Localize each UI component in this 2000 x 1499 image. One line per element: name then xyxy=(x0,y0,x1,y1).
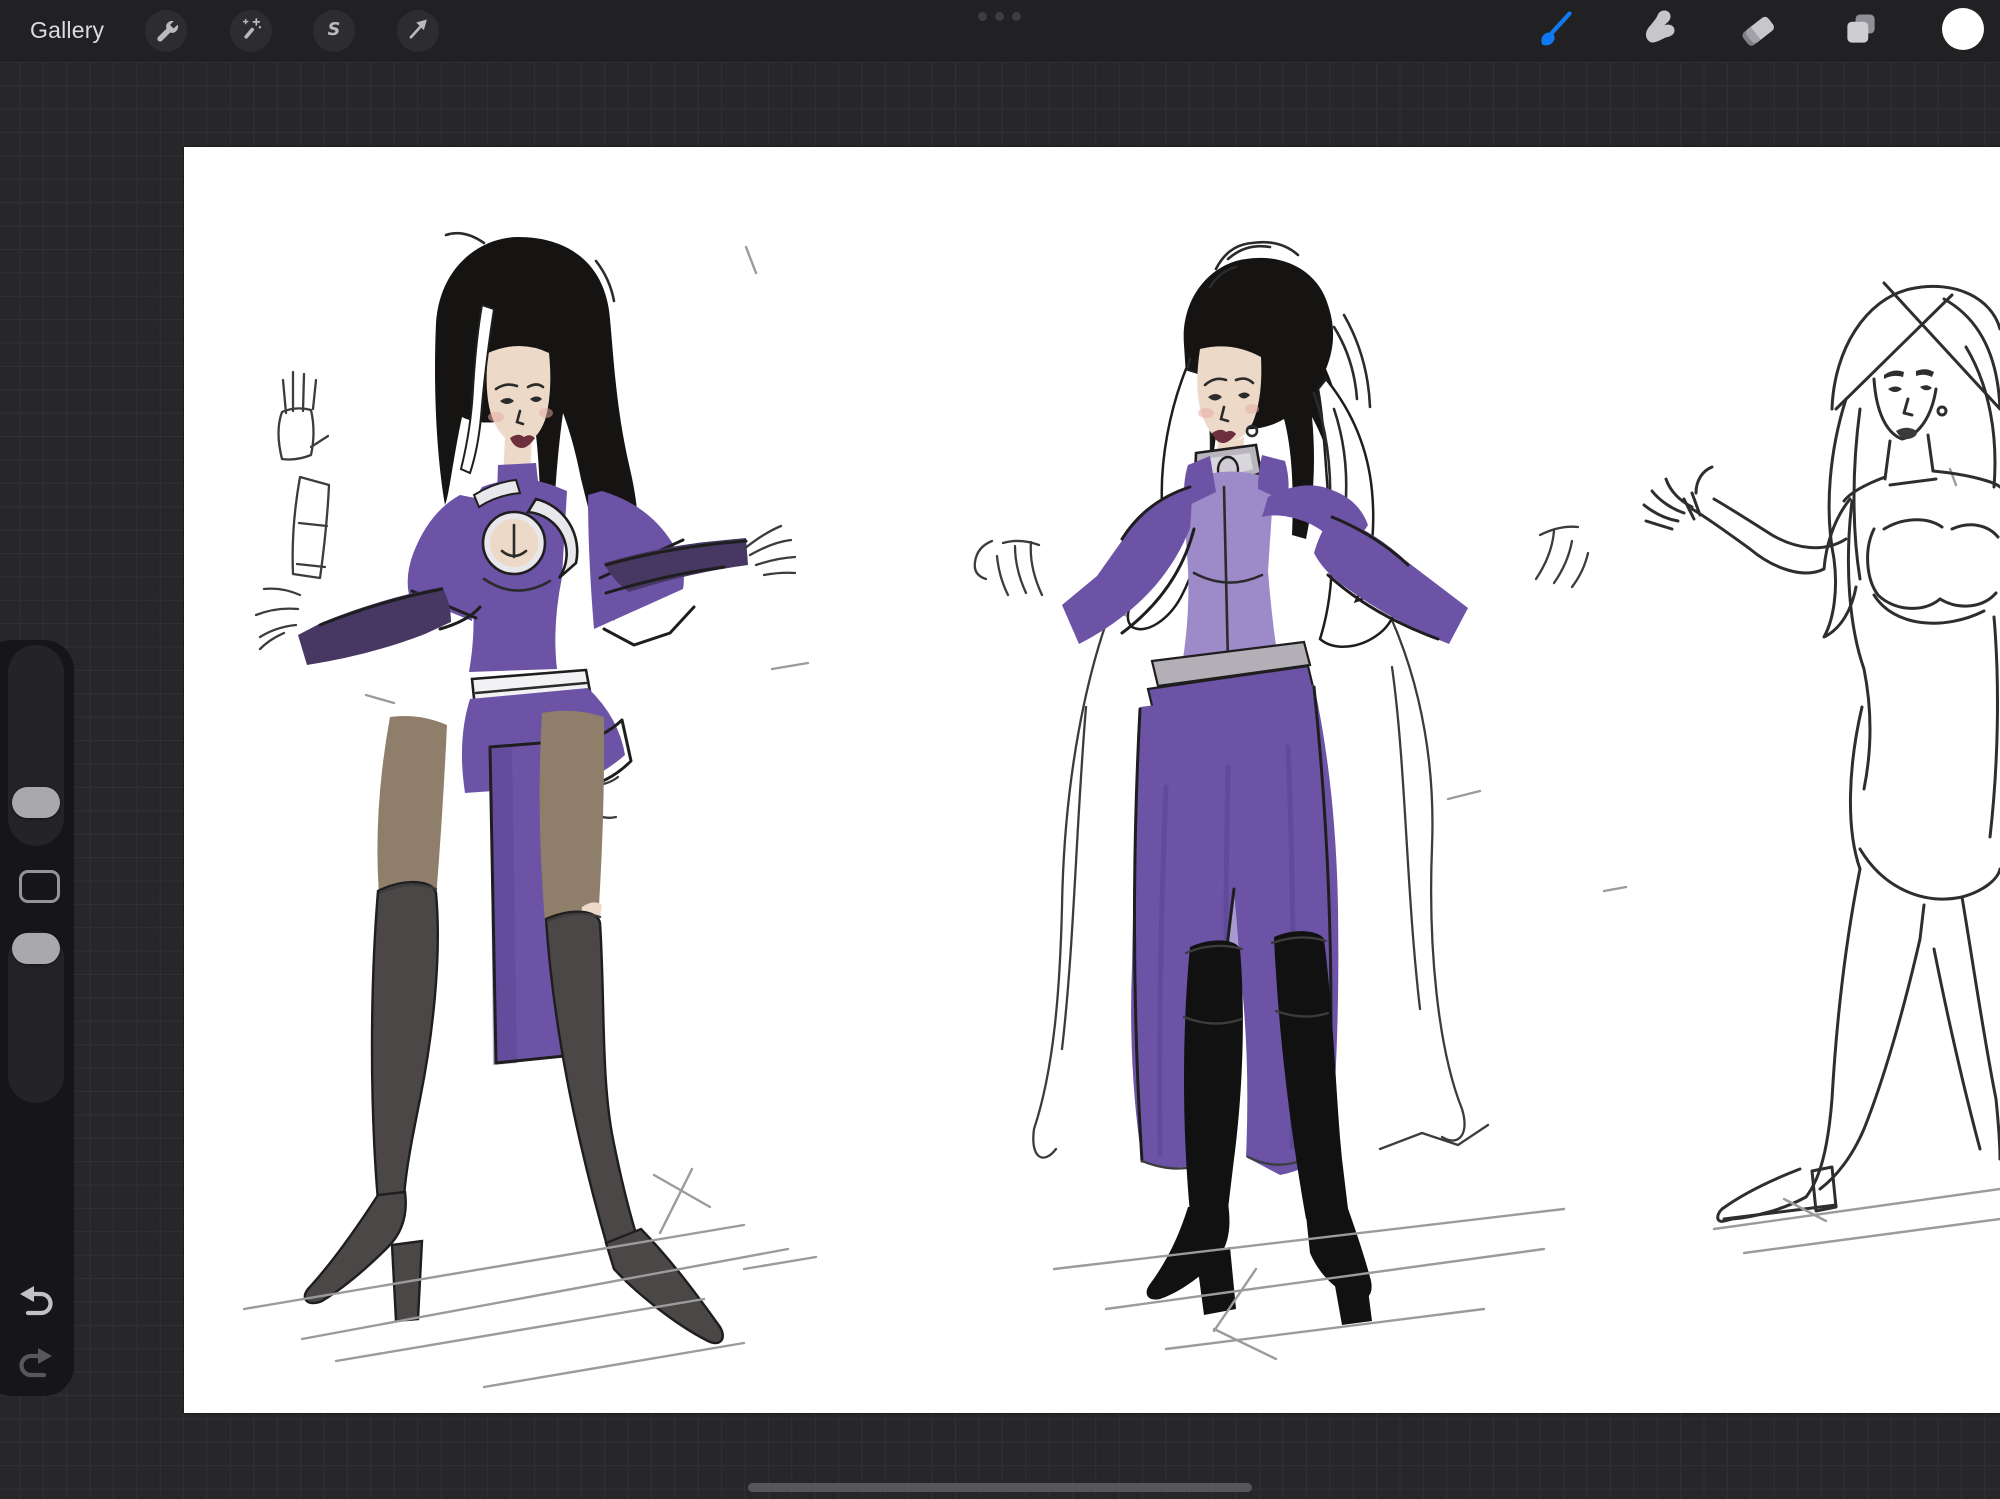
layers-button[interactable] xyxy=(1838,8,1884,54)
artwork-sketch xyxy=(184,147,2000,1413)
selection-button[interactable]: S xyxy=(313,10,355,52)
opacity-slider-handle[interactable] xyxy=(12,933,60,964)
paint-brush-icon xyxy=(1535,9,1575,54)
transform-button[interactable] xyxy=(397,10,439,52)
actions-button[interactable] xyxy=(145,10,187,52)
eraser-icon xyxy=(1740,9,1780,54)
smudge-icon xyxy=(1638,9,1678,54)
canvas-options-dots[interactable] xyxy=(978,12,1021,21)
undo-arrow-icon xyxy=(14,1308,58,1325)
gallery-button[interactable]: Gallery xyxy=(30,0,104,62)
smudge-tool-button[interactable] xyxy=(1635,8,1681,54)
redo-button[interactable] xyxy=(14,1339,58,1383)
top-toolbar: Gallery S xyxy=(0,0,2000,62)
color-button[interactable] xyxy=(1940,8,1986,54)
modify-button[interactable] xyxy=(19,870,60,903)
wrench-icon xyxy=(153,16,179,47)
procreate-workspace: { "topbar": { "gallery_label": "Gallery"… xyxy=(0,0,2000,1499)
erase-tool-button[interactable] xyxy=(1737,8,1783,54)
svg-text:S: S xyxy=(328,19,341,39)
drawing-canvas[interactable] xyxy=(184,147,2000,1413)
figure-3-line-sketch xyxy=(1644,283,2000,1253)
undo-button[interactable] xyxy=(14,1277,58,1321)
transform-arrow-icon xyxy=(405,16,431,47)
magic-wand-icon xyxy=(238,16,264,47)
paint-tool-button[interactable] xyxy=(1532,8,1578,54)
adjustments-button[interactable] xyxy=(230,10,272,52)
color-swatch-circle xyxy=(1940,6,1986,57)
figure-1-colored-sketch xyxy=(244,233,816,1387)
selection-s-icon: S xyxy=(321,16,347,47)
redo-arrow-icon xyxy=(14,1370,58,1387)
layers-icon xyxy=(1841,9,1881,54)
brush-size-slider-handle[interactable] xyxy=(12,787,60,818)
figure-2-colored-sketch xyxy=(975,242,1626,1359)
home-indicator[interactable] xyxy=(748,1483,1252,1492)
